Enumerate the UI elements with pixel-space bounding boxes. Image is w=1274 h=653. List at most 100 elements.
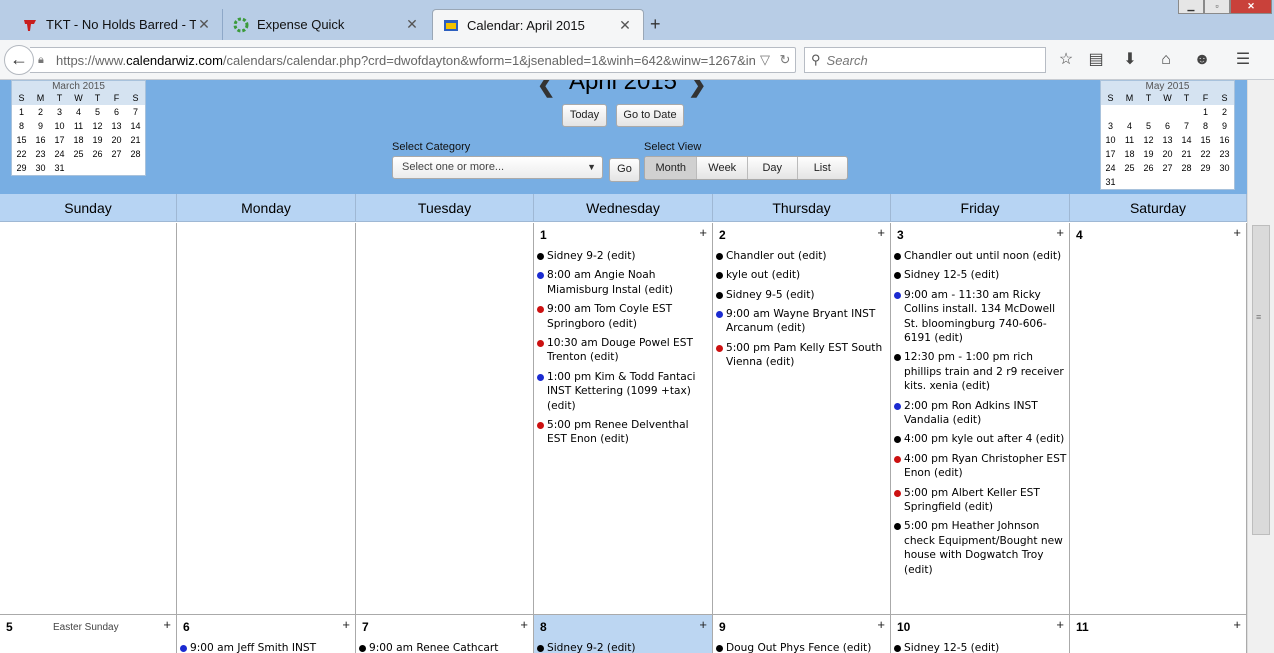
add-event-icon[interactable]: +	[699, 225, 707, 240]
calendar-event[interactable]: 4:00 pm kyle out after 4 (edit)	[894, 432, 1067, 447]
mini-day[interactable]: 23	[1215, 147, 1234, 161]
view-list-button[interactable]: List	[798, 157, 848, 179]
event-text[interactable]: Sidney 9-5 (edit)	[726, 288, 888, 303]
event-text[interactable]: 8:00 am Angie Noah Miamisburg Instal (ed…	[547, 268, 710, 297]
go-button[interactable]: Go	[609, 158, 640, 182]
mini-day[interactable]: 30	[31, 161, 50, 175]
day-cell[interactable]: 3 + Chandler out until noon (edit) Sidney 1…	[891, 223, 1070, 614]
event-text[interactable]: Sidney 12-5 (edit)	[904, 641, 1067, 653]
calendar-event[interactable]: Sidney 12-5 (edit)	[894, 268, 1067, 283]
mini-day[interactable]: 27	[107, 147, 126, 161]
event-text[interactable]: kyle out (edit)	[726, 268, 888, 283]
mini-day[interactable]: 25	[69, 147, 88, 161]
close-tab-icon[interactable]: ✕	[404, 16, 420, 33]
event-text[interactable]: 12:30 pm - 1:00 pm rich phillips train a…	[904, 350, 1067, 394]
mini-day[interactable]: 20	[1158, 147, 1177, 161]
new-tab-button[interactable]: +	[650, 14, 661, 35]
event-text[interactable]: 5:00 pm Albert Keller EST Springfield (e…	[904, 486, 1067, 515]
event-text[interactable]: Sidney 12-5 (edit)	[904, 268, 1067, 283]
mini-day[interactable]: 18	[69, 133, 88, 147]
bookmark-star-icon[interactable]: ☆	[1055, 50, 1077, 70]
mini-day[interactable]: 29	[1196, 161, 1215, 175]
mini-day[interactable]: 25	[1120, 161, 1139, 175]
calendar-event[interactable]: 9:00 am - 11:30 am Ricky Collins install…	[894, 288, 1067, 346]
add-event-icon[interactable]: +	[163, 617, 171, 632]
mini-day[interactable]: 27	[1158, 161, 1177, 175]
calendar-event[interactable]: kyle out (edit)	[716, 268, 888, 283]
url-dropdown-icon[interactable]: ▽	[755, 52, 775, 68]
calendar-event[interactable]: Sidney 9-2 (edit)	[537, 641, 710, 653]
mini-day[interactable]: 23	[31, 147, 50, 161]
mini-day[interactable]: 9	[1215, 119, 1234, 133]
mini-day[interactable]: 24	[1101, 161, 1120, 175]
mini-day[interactable]: 4	[69, 105, 88, 119]
event-text[interactable]: Doug Out Phys Fence (edit)	[726, 641, 888, 653]
mini-day[interactable]: 28	[126, 147, 145, 161]
mini-day[interactable]: 21	[126, 133, 145, 147]
mini-day[interactable]: 16	[1215, 133, 1234, 147]
mini-day[interactable]: 13	[1158, 133, 1177, 147]
mini-day[interactable]: 26	[1139, 161, 1158, 175]
mini-day[interactable]: 5	[1139, 119, 1158, 133]
event-text[interactable]: 9:00 am Wayne Bryant INST Arcanum (edit)	[726, 307, 888, 336]
mini-day[interactable]: 18	[1120, 147, 1139, 161]
calendar-event[interactable]: Sidney 9-2 (edit)	[537, 249, 710, 264]
go-to-date-button[interactable]: Go to Date	[616, 104, 684, 127]
day-cell[interactable]: 8 + Sidney 9-2 (edit)	[534, 615, 713, 653]
mini-day[interactable]: 22	[1196, 147, 1215, 161]
view-day-button[interactable]: Day	[748, 157, 798, 179]
close-tab-icon[interactable]: ✕	[196, 16, 212, 33]
calendar-event[interactable]: 5:00 pm Albert Keller EST Springfield (e…	[894, 486, 1067, 515]
day-cell[interactable]: 11 +	[1070, 615, 1247, 653]
mini-day[interactable]: 8	[1196, 119, 1215, 133]
day-cell[interactable]: 7 +9:00 am Renee Cathcart	[356, 615, 534, 653]
calendar-event[interactable]: Sidney 12-5 (edit)	[894, 641, 1067, 653]
mini-day[interactable]: 15	[12, 133, 31, 147]
event-text[interactable]: 1:00 pm Kim & Todd Fantaci INST Ketterin…	[547, 370, 710, 414]
calendar-event[interactable]: Chandler out (edit)	[716, 249, 888, 264]
mini-day[interactable]: 14	[126, 119, 145, 133]
calendar-event[interactable]: 4:00 pm Ryan Christopher EST Enon (edit)	[894, 452, 1067, 481]
calendar-event[interactable]: 5:00 pm Pam Kelly EST South Vienna (edit…	[716, 341, 888, 370]
event-text[interactable]: 5:00 pm Renee Delventhal EST Enon (edit)	[547, 418, 710, 447]
add-event-icon[interactable]: +	[699, 617, 707, 632]
event-text[interactable]: 4:00 pm kyle out after 4 (edit)	[904, 432, 1067, 447]
add-event-icon[interactable]: +	[342, 617, 350, 632]
event-text[interactable]: 2:00 pm Ron Adkins INST Vandalia (edit)	[904, 399, 1067, 428]
calendar-event[interactable]: 2:00 pm Ron Adkins INST Vandalia (edit)	[894, 399, 1067, 428]
scrollbar-thumb[interactable]	[1252, 225, 1270, 535]
calendar-event[interactable]: 1:00 pm Kim & Todd Fantaci INST Ketterin…	[537, 370, 710, 414]
mini-day[interactable]: 6	[1158, 119, 1177, 133]
today-button[interactable]: Today	[562, 104, 607, 127]
event-text[interactable]: 9:00 am Tom Coyle EST Springboro (edit)	[547, 302, 710, 331]
calendar-event[interactable]: 5:00 pm Heather Johnson check Equipment/…	[894, 519, 1067, 577]
day-cell[interactable]: 4 +	[1070, 223, 1247, 614]
next-month-icon[interactable]: ❯	[688, 80, 706, 98]
vertical-scrollbar[interactable]: ≡	[1247, 80, 1274, 653]
mini-day[interactable]: 7	[126, 105, 145, 119]
calendar-event[interactable]: 12:30 pm - 1:00 pm rich phillips train a…	[894, 350, 1067, 394]
mini-day[interactable]: 13	[107, 119, 126, 133]
mini-day[interactable]: 3	[1101, 119, 1120, 133]
mini-day[interactable]: 3	[50, 105, 69, 119]
tab-tkt[interactable]: TKT - No Holds Barred - T... ✕	[12, 9, 222, 40]
mini-day[interactable]: 19	[88, 133, 107, 147]
day-cell[interactable]	[177, 223, 356, 614]
calendar-event[interactable]: 9:00 am Jeff Smith INST	[180, 641, 353, 653]
add-event-icon[interactable]: +	[1056, 617, 1064, 632]
calendar-event[interactable]: 10:30 am Douge Powel EST Trenton (edit)	[537, 336, 710, 365]
event-text[interactable]: 9:00 am Jeff Smith INST	[190, 641, 353, 653]
search-input[interactable]: ⚲ Search	[804, 47, 1046, 73]
mini-day[interactable]: 10	[1101, 133, 1120, 147]
tab-calendar[interactable]: Calendar: April 2015 ✕	[432, 9, 644, 40]
event-text[interactable]: Sidney 9-2 (edit)	[547, 249, 710, 264]
mini-day[interactable]: 22	[12, 147, 31, 161]
event-text[interactable]: Chandler out until noon (edit)	[904, 249, 1067, 264]
calendar-event[interactable]: 9:00 am Renee Cathcart	[359, 641, 531, 653]
mini-day[interactable]: 17	[1101, 147, 1120, 161]
event-text[interactable]: 10:30 am Douge Powel EST Trenton (edit)	[547, 336, 710, 365]
mini-day[interactable]: 20	[107, 133, 126, 147]
minimize-icon[interactable]: ▁	[1178, 0, 1204, 14]
mini-day[interactable]: 10	[50, 119, 69, 133]
event-text[interactable]: 5:00 pm Pam Kelly EST South Vienna (edit…	[726, 341, 888, 370]
